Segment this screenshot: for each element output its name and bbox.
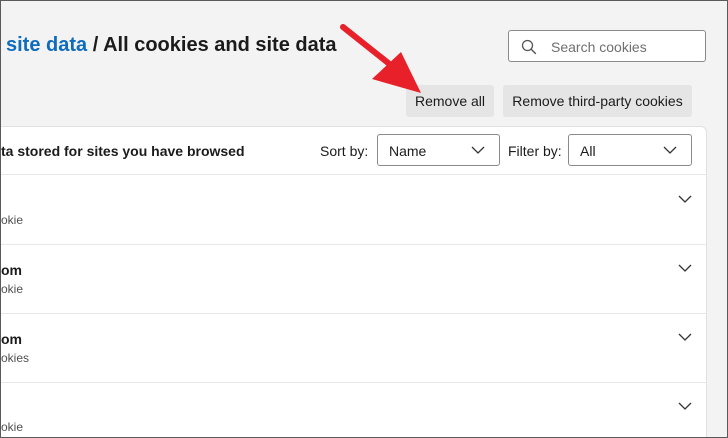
- site-name: om: [1, 331, 22, 347]
- site-cookie-count: okie: [1, 213, 24, 227]
- list-item[interactable]: okie: [1, 382, 706, 437]
- search-icon: [521, 39, 537, 55]
- chevron-down-icon: [663, 146, 677, 154]
- site-name: om: [1, 262, 22, 278]
- filter-label: Filter by:: [508, 143, 562, 159]
- breadcrumb-separator: /: [87, 34, 104, 56]
- search-input[interactable]: [549, 36, 703, 58]
- filter-value: All: [580, 143, 596, 159]
- site-cookie-count: okie: [1, 420, 24, 434]
- remove-all-button[interactable]: Remove all: [406, 85, 494, 117]
- cookies-list-card: ta stored for sites you have browsed Sor…: [1, 126, 707, 437]
- site-cookie-count: okies: [1, 351, 30, 365]
- breadcrumb-link-site-data[interactable]: site data: [6, 34, 87, 56]
- page-title: site data / All cookies and site data: [6, 34, 337, 57]
- sort-dropdown[interactable]: Name: [377, 134, 500, 166]
- chevron-down-icon: [471, 146, 485, 154]
- breadcrumb-current: All cookies and site data: [103, 34, 337, 56]
- chevron-down-icon[interactable]: [678, 402, 692, 411]
- list-item[interactable]: okie: [1, 175, 706, 245]
- remove-third-party-cookies-button[interactable]: Remove third-party cookies: [503, 85, 692, 117]
- search-box[interactable]: [508, 30, 706, 62]
- list-description: ta stored for sites you have browsed: [1, 143, 245, 159]
- sort-value: Name: [389, 143, 427, 159]
- site-cookie-count: okie: [1, 282, 24, 296]
- chevron-down-icon[interactable]: [678, 195, 692, 204]
- list-header: ta stored for sites you have browsed Sor…: [1, 127, 706, 175]
- list-item[interactable]: om okie: [1, 244, 706, 314]
- filter-dropdown[interactable]: All: [568, 134, 692, 166]
- chevron-down-icon[interactable]: [678, 333, 692, 342]
- settings-page: site data / All cookies and site data Re…: [0, 0, 728, 438]
- chevron-down-icon[interactable]: [678, 264, 692, 273]
- list-item[interactable]: om okies: [1, 313, 706, 383]
- sort-label: Sort by:: [320, 143, 369, 159]
